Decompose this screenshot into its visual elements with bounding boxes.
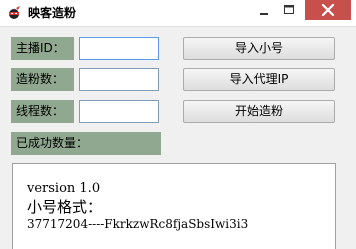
fan-count-input[interactable] bbox=[79, 68, 159, 91]
log-textarea[interactable]: version 1.0 小号格式： 37717204----FkrkzwRc8f… bbox=[12, 163, 336, 249]
log-line: version 1.0 bbox=[27, 181, 101, 196]
minimize-button[interactable] bbox=[252, 0, 276, 20]
import-proxy-button[interactable]: 导入代理IP bbox=[183, 68, 335, 91]
log-line: 37717204----FkrkzwRc8fjaSbsIwi3i3 bbox=[27, 217, 249, 231]
thread-count-label: 线程数： bbox=[11, 100, 74, 123]
start-button[interactable]: 开始造粉 bbox=[183, 100, 335, 123]
fan-count-label: 造粉数： bbox=[11, 68, 74, 91]
close-icon bbox=[321, 3, 335, 17]
success-count-label: 已成功数量： bbox=[11, 132, 161, 155]
import-accounts-button[interactable]: 导入小号 bbox=[183, 37, 335, 60]
streamer-id-input[interactable] bbox=[79, 37, 159, 60]
minimize-icon bbox=[260, 13, 268, 15]
maximize-button[interactable] bbox=[277, 0, 301, 20]
streamer-id-label: 主播ID： bbox=[11, 37, 74, 60]
log-line: 小号格式： bbox=[27, 198, 103, 216]
maximize-icon bbox=[284, 5, 294, 14]
title-bar[interactable]: 映客造粉 bbox=[0, 0, 356, 27]
thread-count-input[interactable] bbox=[79, 100, 159, 123]
ninja-icon bbox=[6, 5, 22, 21]
close-button[interactable] bbox=[305, 0, 351, 20]
window-title: 映客造粉 bbox=[28, 6, 77, 20]
